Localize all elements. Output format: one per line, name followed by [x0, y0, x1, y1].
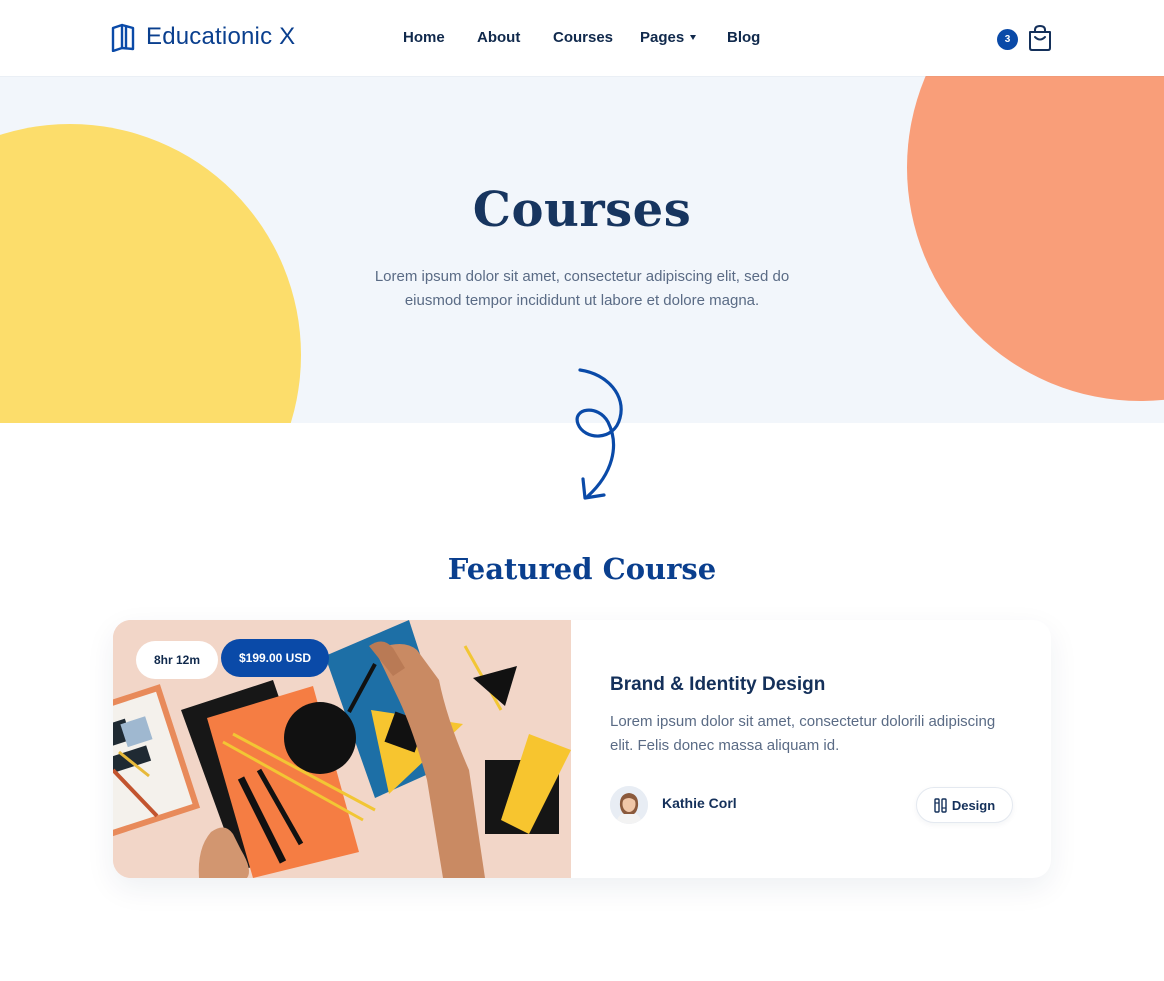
author-name[interactable]: Kathie Corl	[662, 795, 737, 811]
cart-count-badge[interactable]: 3	[997, 29, 1018, 50]
author-avatar	[610, 786, 648, 824]
site-header: Educationic X Home About Courses Pages B…	[0, 0, 1164, 76]
nav-item-blog[interactable]: Blog	[727, 29, 760, 46]
caret-down-icon	[690, 35, 697, 40]
author-portrait	[610, 786, 648, 824]
featured-heading: Featured Course	[447, 552, 717, 586]
decorative-orange-circle	[907, 76, 1164, 401]
shopping-bag-icon[interactable]	[1027, 24, 1053, 52]
course-image[interactable]: 8hr 12m $199.00 USD	[113, 620, 571, 878]
squiggle-arrow-icon	[575, 368, 623, 500]
price-pill: $199.00 USD	[221, 639, 329, 677]
page-title: Courses	[472, 182, 692, 238]
hero-description: Lorem ipsum dolor sit amet, consectetur …	[374, 268, 790, 309]
category-tag[interactable]: Design	[916, 787, 1013, 823]
duration-pill: 8hr 12m	[136, 641, 218, 679]
course-description: Lorem ipsum dolor sit amet, consectetur …	[610, 713, 996, 754]
nav-item-about[interactable]: About	[477, 29, 520, 46]
logo-link[interactable]: Educationic X	[110, 22, 295, 52]
nav-item-pages-label: Pages	[640, 29, 685, 46]
open-book-icon	[111, 23, 135, 52]
decorative-yellow-circle	[0, 124, 301, 423]
nav-item-pages[interactable]: Pages	[640, 29, 697, 46]
course-info: Brand & Identity Design Lorem ipsum dolo…	[610, 620, 1020, 878]
category-label: Design	[951, 797, 996, 813]
logo-text: Educationic X	[146, 23, 296, 50]
nav-item-courses[interactable]: Courses	[553, 29, 613, 46]
design-tools-icon	[934, 797, 947, 813]
nav-item-home[interactable]: Home	[403, 29, 445, 46]
course-title[interactable]: Brand & Identity Design	[610, 674, 825, 696]
featured-course-card[interactable]: 8hr 12m $199.00 USD Brand & Identity Des…	[113, 620, 1051, 878]
